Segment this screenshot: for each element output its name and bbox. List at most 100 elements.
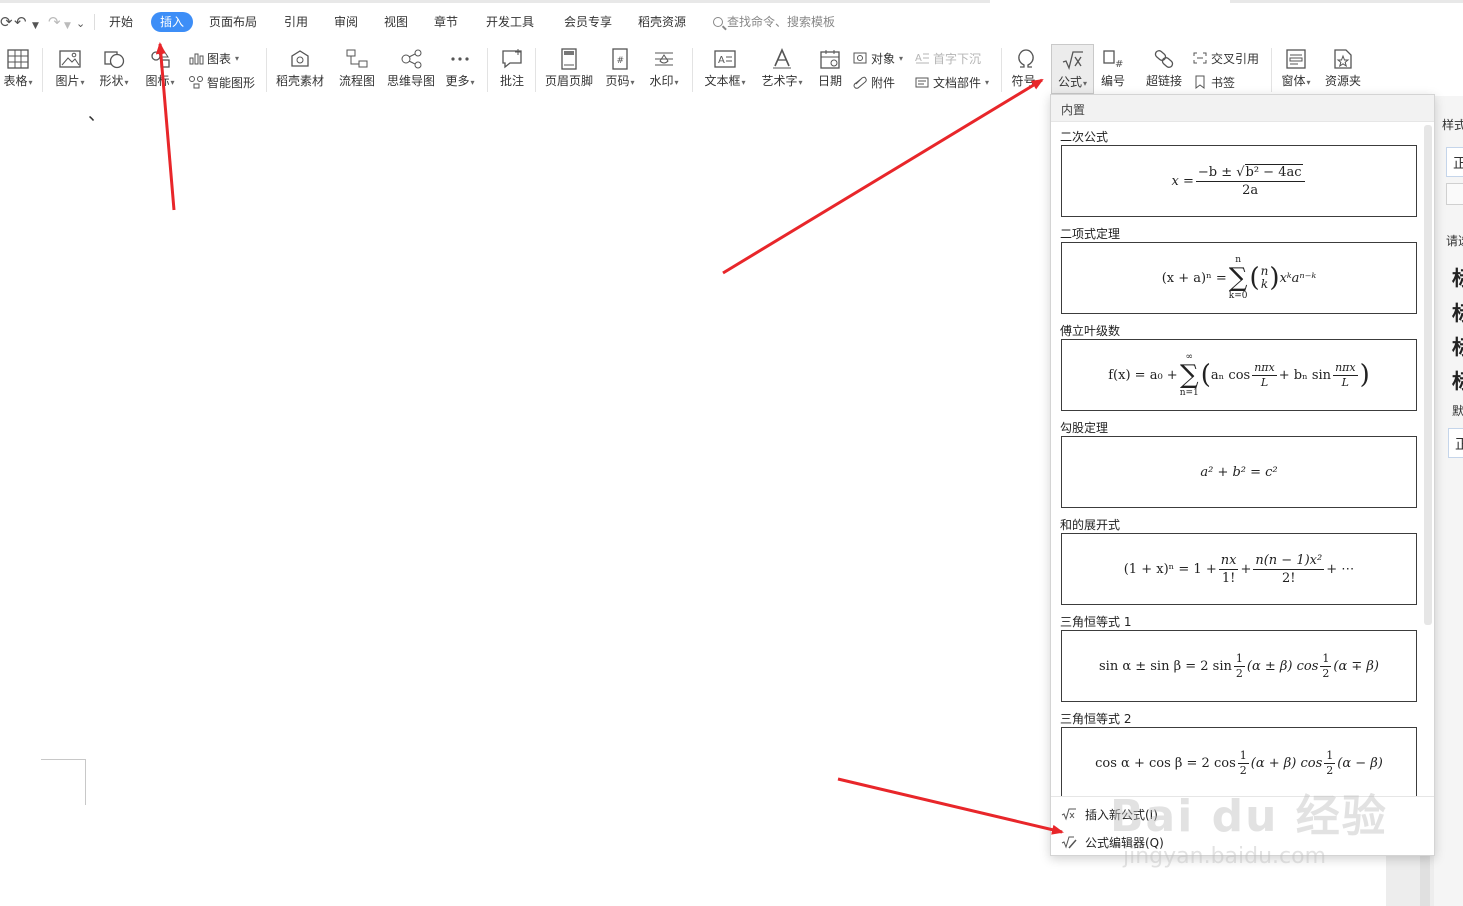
chart-label: 图表 xyxy=(207,51,232,66)
frac-num: nπx xyxy=(1252,360,1277,376)
icon-library-button[interactable]: 图标▾ xyxy=(142,48,178,90)
hyperlink-button[interactable]: 超链接 xyxy=(1144,48,1184,88)
comment-button[interactable]: 批注 xyxy=(496,48,528,88)
date-button[interactable]: 日期 xyxy=(815,48,845,88)
ribbon-separator xyxy=(266,48,267,92)
heading-style-4[interactable]: 标 xyxy=(1452,365,1463,394)
wordart-icon xyxy=(773,48,791,69)
flowchart-button[interactable]: 流程图 xyxy=(336,48,378,88)
tab-page-layout[interactable]: 页面布局 xyxy=(209,12,257,32)
shape-button[interactable]: 形状▾ xyxy=(96,48,132,90)
smart-art-button[interactable]: 智能图形 xyxy=(188,74,255,90)
current-style-box[interactable]: 正 xyxy=(1446,147,1463,177)
tab-insert[interactable]: 插入 xyxy=(151,12,194,32)
symbol-button[interactable]: 符号▾ xyxy=(1008,48,1044,90)
formula-num-pre: −b ± xyxy=(1197,164,1233,180)
default-style-label: 默 xyxy=(1452,404,1463,418)
ribbon-separator xyxy=(1271,48,1272,92)
mindmap-button[interactable]: 思维导图 xyxy=(385,48,437,88)
tab-developer[interactable]: 开发工具 xyxy=(486,12,534,32)
style-hint-text: 请选 xyxy=(1446,234,1463,248)
wordart-button[interactable]: 艺术字▾ xyxy=(758,48,806,90)
numbering-button[interactable]: # 编号 xyxy=(1098,48,1128,88)
picture-button[interactable]: 图片▾ xyxy=(52,48,88,90)
sum-lower: k=0 xyxy=(1228,291,1248,301)
textbox-button[interactable]: A 文本框▾ xyxy=(701,48,749,90)
formula-button[interactable]: 公式▾ xyxy=(1051,44,1094,94)
docer-material-label: 稻壳素材 xyxy=(275,74,324,88)
tab-view[interactable]: 视图 xyxy=(384,12,408,32)
formula-item-sum-expansion[interactable]: 和的展开式 (1 + x)ⁿ = 1 + nx 1! + n(n − 1)x² 2!… xyxy=(1051,510,1423,607)
tab-home[interactable]: 开始 xyxy=(109,12,133,32)
formula-list: 二次公式 x = −b ± √b² − 4ac 2a 二项式定理 (x + a)ⁿ… xyxy=(1051,122,1434,796)
heading-style-2[interactable]: 标 xyxy=(1452,297,1463,326)
tab-review[interactable]: 审阅 xyxy=(334,12,358,32)
tab-sections[interactable]: 章节 xyxy=(434,12,458,32)
watermark-button[interactable]: 水印▾ xyxy=(646,48,682,90)
resource-folder-button[interactable]: 资源夹 xyxy=(1322,48,1364,88)
ribbon-separator xyxy=(42,48,43,92)
formula-item-quadratic[interactable]: 二次公式 x = −b ± √b² − 4ac 2a xyxy=(1051,122,1423,219)
style-option-button[interactable] xyxy=(1446,183,1463,205)
document-text[interactable]: 、 xyxy=(88,100,106,126)
formula-item-pythagorean[interactable]: 勾股定理 a² + b² = c² xyxy=(1051,413,1423,510)
formula-mid: (α ± β) cos xyxy=(1246,658,1319,674)
window-form-button[interactable]: 窗体▾ xyxy=(1278,48,1314,90)
frac-num: nx xyxy=(1218,552,1239,570)
chart-icon xyxy=(189,53,204,65)
heading-style-3[interactable]: 标 xyxy=(1452,331,1463,360)
default-style-box[interactable]: 正 xyxy=(1448,428,1463,458)
link-icon xyxy=(1154,50,1174,68)
frac-den: 2 xyxy=(1235,666,1243,680)
header-footer-button[interactable]: 页眉页脚 xyxy=(543,48,595,88)
menu-divider xyxy=(94,14,95,30)
formula-preview[interactable]: sin α ± sin β = 2 sin 12 (α ± β) cos 12 … xyxy=(1061,630,1417,702)
numbering-label: 编号 xyxy=(1100,74,1125,88)
redo-partial-icon[interactable]: ⟳ xyxy=(0,14,13,30)
watermark-icon xyxy=(655,52,673,66)
customize-quick-access-icon[interactable]: ⌄ xyxy=(76,16,85,32)
attachment-label: 附件 xyxy=(871,75,896,90)
docer-material-button[interactable]: 稻壳素材 xyxy=(274,48,326,88)
formula-item-fourier[interactable]: 傅立叶级数 f(x) = a₀ + ∞ ∑ n=1 ( aₙ cos nπx L + … xyxy=(1051,316,1423,413)
undo-dropdown-icon[interactable]: ▼ xyxy=(32,18,39,34)
tab-docer-resources[interactable]: 稻壳资源 xyxy=(638,12,686,32)
formula-preview[interactable]: a² + b² = c² xyxy=(1061,436,1417,508)
undo-icon[interactable]: ↶ xyxy=(14,14,27,30)
chart-button[interactable]: 图表 ▾ xyxy=(188,50,239,66)
table-label: 表格 xyxy=(3,74,28,88)
table-button[interactable]: 表格▾ xyxy=(0,48,36,90)
heading-style-1[interactable]: 标 xyxy=(1452,262,1463,291)
formula-item-binomial[interactable]: 二项式定理 (x + a)ⁿ = n ∑ k=0 (n k) xᵏaⁿ⁻ᵏ xyxy=(1051,219,1423,316)
page-number-button[interactable]: # 页码▾ xyxy=(602,48,638,90)
page-corner-mark-vertical xyxy=(85,759,86,805)
more-button[interactable]: 更多▾ xyxy=(442,48,478,90)
tab-membership[interactable]: 会员专享 xyxy=(564,12,612,32)
document-scrollbar[interactable] xyxy=(1420,856,1430,906)
formula-editor-icon xyxy=(1061,836,1077,849)
formula-expr: a² + b² = c² xyxy=(1200,464,1278,480)
command-search[interactable]: 查找命令、搜索模板 xyxy=(713,13,835,31)
tab-references[interactable]: 引用 xyxy=(284,12,308,32)
doc-parts-button[interactable]: 文档部件 ▾ xyxy=(914,74,989,90)
header-footer-icon xyxy=(561,48,577,70)
formula-item-trig-identity-1[interactable]: 三角恒等式 1 sin α ± sin β = 2 sin 12 (α ± β)… xyxy=(1051,607,1423,704)
formula-preview[interactable]: (x + a)ⁿ = n ∑ k=0 (n k) xᵏaⁿ⁻ᵏ xyxy=(1061,242,1417,314)
formula-num-root: b² − 4ac xyxy=(1244,163,1303,180)
formula-list-scrollbar[interactable] xyxy=(1424,125,1432,625)
formula-end: (α ∓ β) xyxy=(1333,658,1379,674)
form-icon xyxy=(1286,49,1306,69)
object-button[interactable]: 对象 ▾ xyxy=(852,50,903,66)
picture-icon xyxy=(59,50,81,68)
bookmark-button[interactable]: 书签 xyxy=(1192,74,1235,90)
formula-preview[interactable]: f(x) = a₀ + ∞ ∑ n=1 ( aₙ cos nπx L + bₙ sin… xyxy=(1061,339,1417,411)
formula-preview[interactable]: x = −b ± √b² − 4ac 2a xyxy=(1061,145,1417,217)
builtin-header: 内置 xyxy=(1051,95,1434,122)
arrow-to-formula-editor xyxy=(837,777,1064,835)
calendar-icon xyxy=(820,50,840,69)
cross-ref-button[interactable]: 交叉引用 xyxy=(1192,50,1259,66)
arrow-to-formula-button xyxy=(722,78,1044,275)
attachment-button[interactable]: 附件 xyxy=(852,74,895,90)
formula-den: 2a xyxy=(1242,182,1259,198)
formula-preview[interactable]: (1 + x)ⁿ = 1 + nx 1! + n(n − 1)x² 2! + ⋯ xyxy=(1061,533,1417,605)
